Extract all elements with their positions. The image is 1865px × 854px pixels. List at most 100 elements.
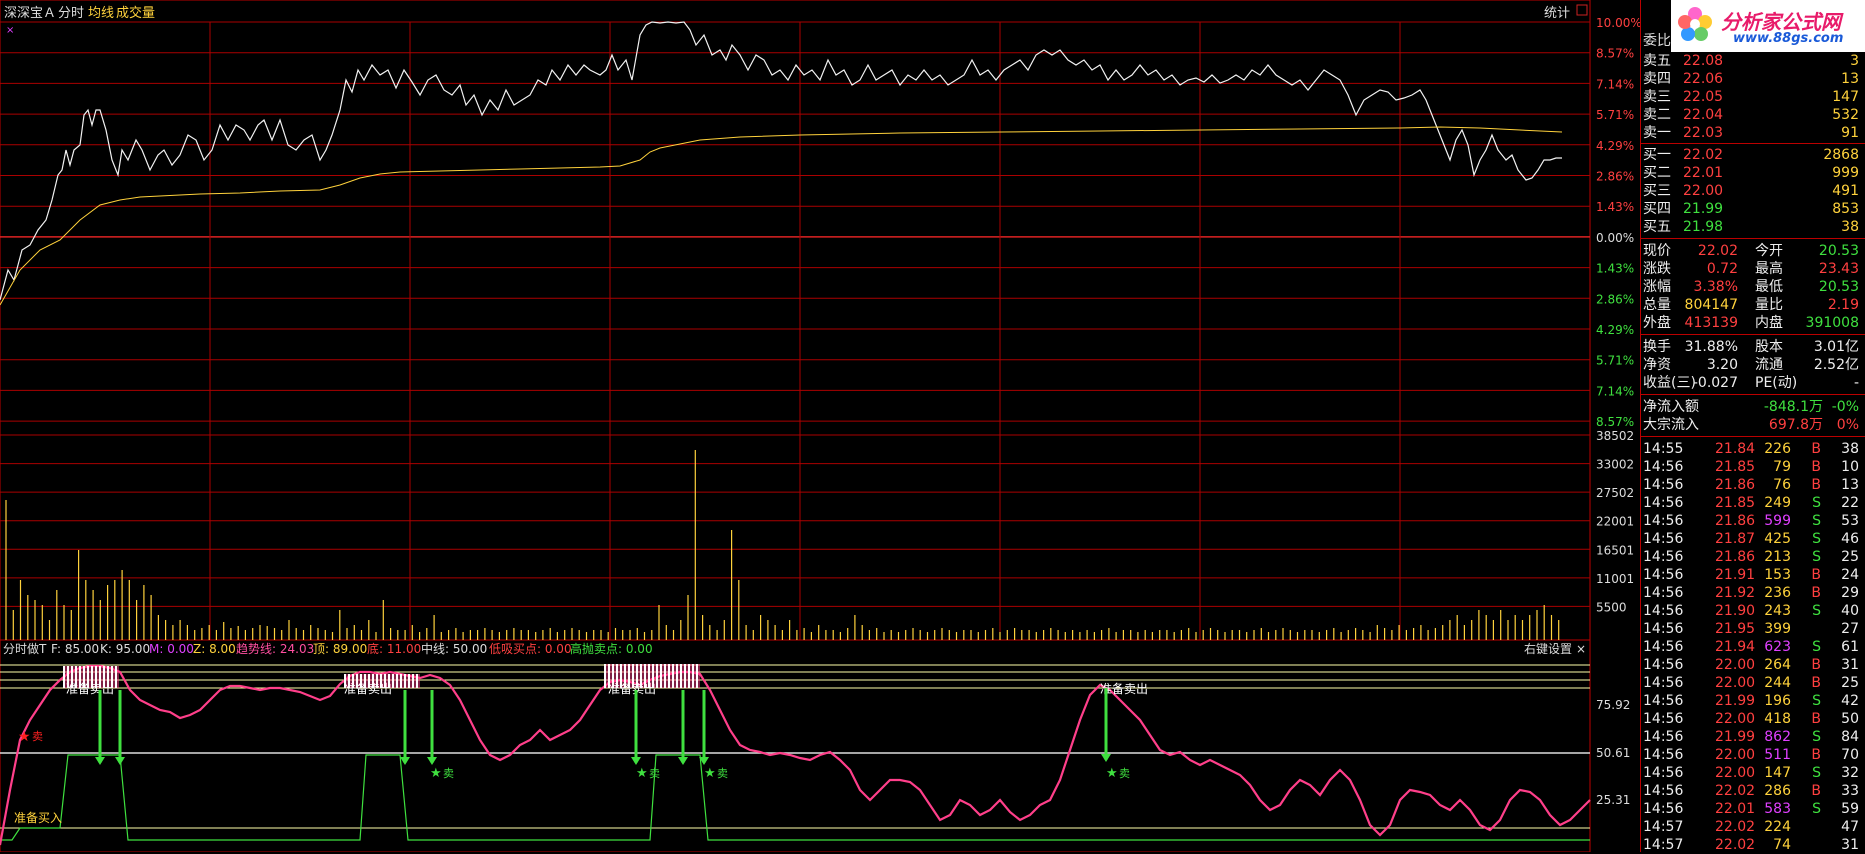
intraday-chart-area[interactable]: ★ 卖准备卖出 准备卖出 准备卖出 准备卖出★ 卖 ★ 卖 ★ 卖 ★ 卖准备买入 10.00%8.5… [0,0,1640,852]
tick-row: 14:56 21.94 623 S 61 [1643,638,1863,656]
tick-row: 14:56 21.95 399 27 [1643,620,1863,638]
cell: 13 [1841,71,1859,87]
cell: 卖三 [1643,89,1671,105]
price-tick-label: 4.29% [1596,139,1634,153]
cell: 买五 [1643,219,1671,235]
stock-name: 深深宝Ａ [4,6,56,21]
cell: 425 [1764,531,1791,547]
sell-arrowhead-icon [678,757,688,765]
cell: 卖一 [1643,125,1671,141]
volume-tick-label: 11001 [1596,572,1634,586]
tick-row: 14:56 21.87 425 S 46 [1643,530,1863,548]
cell: 14:56 [1643,747,1684,763]
cell: 14:56 [1643,711,1684,727]
cell: 14:56 [1643,459,1684,475]
cell: 21.99 [1715,693,1756,709]
flow-row: 大宗流入 697.8万 0% [1643,416,1863,434]
cell: 14:56 [1643,657,1684,673]
prepare-sell-label: 准备卖出 [344,682,392,696]
cell: 净资 [1643,357,1671,373]
cell: 22.00 [1715,711,1756,727]
cell: 21.87 [1715,531,1756,547]
sell-arrowhead-icon [115,757,125,765]
stats-button[interactable]: 统计 [1544,6,1570,21]
close-icon[interactable] [1576,4,1588,16]
cell: B [1811,477,1821,493]
cell: 14:56 [1643,675,1684,691]
price-tick-label: 2.86% [1596,292,1634,306]
cell: 623 [1764,639,1791,655]
cell: 22.00 [1683,183,1724,199]
logo-url: www.88gs.com [1733,31,1844,46]
cell: 14:56 [1643,693,1684,709]
cell: B [1811,747,1821,763]
cell: B [1811,711,1821,727]
cell: 243 [1764,603,1791,619]
param-high-sell: 高抛卖点: 0.00 [570,641,653,656]
cell: 0% [1836,417,1859,433]
cell: 卖五 [1643,53,1671,69]
cell: 47 [1841,819,1859,835]
cell: 21.91 [1715,567,1756,583]
cell: 涨幅 [1643,279,1671,295]
cell: 3 [1850,53,1859,69]
tick-row: 14:56 22.00 511 B 70 [1643,746,1863,764]
tick-row: 14:56 22.00 244 B 25 [1643,674,1863,692]
cell: 264 [1764,657,1791,673]
cell: 14:56 [1643,603,1684,619]
cell: 买二 [1643,165,1671,181]
cell: 22.00 [1715,765,1756,781]
cell: 买三 [1643,183,1671,199]
cell: 511 [1764,747,1791,763]
param-mid: 中线: 50.00 [421,641,487,656]
indicator-name[interactable]: 分时做T [3,641,47,656]
cell: 22.00 [1715,675,1756,691]
tick-row: 14:56 21.99 196 S 42 [1643,692,1863,710]
cell: S [1812,729,1821,745]
cell: S [1812,765,1821,781]
sell-arrowhead-icon [1101,754,1111,762]
cell: 21.84 [1715,441,1756,457]
cell: 13 [1841,477,1859,493]
tab-avg-line[interactable]: 均线 [88,6,114,21]
chart-border [0,0,1591,852]
cell: 22.04 [1683,107,1724,123]
trend-line [0,664,1591,846]
right-click-settings[interactable]: 右键设置 [1524,641,1572,656]
param-k: K: 95.00 [100,642,150,656]
param-trend: 趋势线: 24.03 [236,642,314,656]
cell: 46 [1841,531,1859,547]
cell: S [1812,801,1821,817]
price-tick-label: 5.71% [1596,108,1634,122]
marker-icon: × [6,25,14,36]
tick-row: 14:56 21.99 862 S 84 [1643,728,1863,746]
tab-volume[interactable]: 成交量 [116,5,155,21]
cell: 74 [1773,837,1791,853]
volume-tick-label: 33002 [1596,458,1634,472]
cell: 现价 [1643,243,1671,259]
cell: S [1812,531,1821,547]
volume-tick-label: 22001 [1596,515,1634,529]
cell: 21.86 [1715,477,1756,493]
tab-timeshare[interactable]: 分时 [58,6,84,21]
cell: 999 [1832,165,1859,181]
tick-row: 14:57 22.02 224 47 [1643,818,1863,836]
indicator-tick-label: 75.92 [1596,698,1630,712]
right-axis: 10.00% 8.57% 7.14% 5.71% 4.29% 2.86% 1.43% 0.00… [1596,16,1640,807]
buy-star-icon: ★ [18,729,31,745]
cell: 244 [1764,675,1791,691]
param-z: Z: 8.00 [193,642,236,656]
tick-row: 14:55 21.84 226 B 38 [1643,440,1863,458]
cell: 14:56 [1643,801,1684,817]
cell: 33 [1841,783,1859,799]
cell: 22.01 [1715,801,1756,817]
volume-panel [5,450,1560,640]
indicator-close-icon[interactable]: × [1576,642,1586,656]
cell: 76 [1773,477,1791,493]
cell: - [1853,375,1859,391]
average-price-line [0,126,1563,306]
price-tick-label: 8.57% [1596,47,1634,61]
cell: S [1812,639,1821,655]
cell: 总量 [1643,297,1671,313]
cell: 21.99 [1683,201,1724,217]
